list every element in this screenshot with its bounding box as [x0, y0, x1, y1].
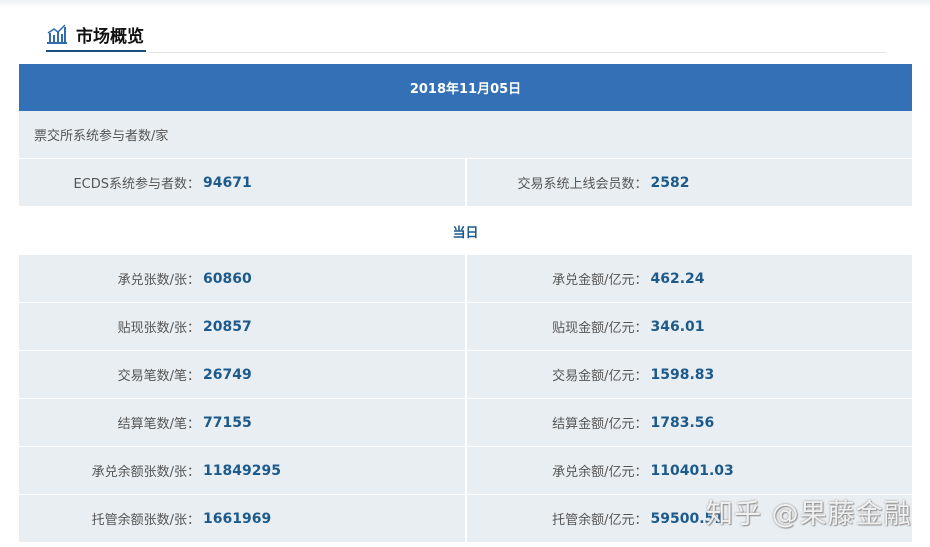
label: 结算金额/亿元：	[552, 417, 648, 432]
value: 346.01	[650, 318, 705, 335]
value: 110401.03	[650, 462, 734, 479]
label: 托管余额张数/张：	[91, 513, 200, 528]
label: 贴现张数/张：	[117, 321, 200, 336]
value: 11849295	[203, 462, 281, 479]
top-shade	[0, 0, 930, 8]
value: 26749	[203, 366, 252, 383]
label: 交易金额/亿元：	[552, 369, 648, 384]
date-header: 2018年11月05日	[19, 64, 912, 111]
stat-cell: 承兑张数/张： 60860	[19, 255, 465, 302]
label: 承兑余额/亿元：	[552, 465, 648, 480]
value: 94671	[203, 174, 252, 191]
market-overview-table: 2018年11月05日 票交所系统参与者数/家 ECDS系统参与者数： 94671…	[19, 64, 912, 543]
label: 承兑余额张数/张：	[91, 465, 200, 480]
table-row: 承兑张数/张： 60860 承兑金额/亿元： 462.24	[19, 255, 912, 303]
stat-cell: 承兑金额/亿元： 462.24	[464, 255, 912, 302]
stat-cell: 交易笔数/笔： 26749	[19, 351, 465, 398]
value: 1598.83	[650, 366, 715, 383]
label: ECDS系统参与者数：	[73, 177, 200, 192]
trading-members: 交易系统上线会员数： 2582	[464, 159, 912, 206]
table-row: ECDS系统参与者数： 94671 交易系统上线会员数： 2582	[19, 159, 912, 207]
table-row: 结算笔数/笔： 77155 结算金额/亿元： 1783.56	[19, 399, 912, 447]
label: 承兑张数/张：	[117, 273, 200, 288]
table-row: 交易笔数/笔： 26749 交易金额/亿元： 1598.83	[19, 351, 912, 399]
table-row: 贴现张数/张： 20857 贴现金额/亿元： 346.01	[19, 303, 912, 351]
value: 1661969	[203, 510, 272, 527]
value: 77155	[203, 414, 252, 431]
label: 结算笔数/笔：	[117, 417, 200, 432]
bar-chart-icon	[47, 24, 67, 44]
stat-cell: 结算笔数/笔： 77155	[19, 399, 465, 446]
stat-cell: 结算金额/亿元： 1783.56	[464, 399, 912, 446]
stat-cell: 贴现张数/张： 20857	[19, 303, 465, 350]
stat-cell: 交易金额/亿元： 1598.83	[464, 351, 912, 398]
stat-cell: 托管余额张数/张： 1661969	[19, 495, 465, 542]
ecds-participants: ECDS系统参与者数： 94671	[19, 159, 465, 206]
label: 交易系统上线会员数：	[517, 177, 648, 192]
label: 托管余额/亿元：	[552, 513, 648, 528]
section-title: 市场概览	[46, 18, 146, 52]
page-title: 市场概览	[76, 26, 144, 47]
label: 承兑金额/亿元：	[552, 273, 648, 288]
watermark: 知乎 @果藤金融	[706, 499, 912, 530]
value: 462.24	[650, 270, 705, 287]
participants-section: 票交所系统参与者数/家	[19, 111, 912, 159]
value: 1783.56	[650, 414, 715, 431]
stat-cell: 贴现金额/亿元： 346.01	[464, 303, 912, 350]
value: 60860	[203, 270, 252, 287]
table-row: 承兑余额张数/张： 11849295 承兑余额/亿元： 110401.03	[19, 447, 912, 495]
stat-cell: 承兑余额/亿元： 110401.03	[464, 447, 912, 494]
stat-cell: 承兑余额张数/张： 11849295	[19, 447, 465, 494]
today-header: 当日	[19, 207, 912, 255]
label: 交易笔数/笔：	[117, 369, 200, 384]
value: 20857	[203, 318, 252, 335]
divider	[149, 52, 886, 53]
label: 贴现金额/亿元：	[552, 321, 648, 336]
value: 2582	[650, 174, 690, 191]
